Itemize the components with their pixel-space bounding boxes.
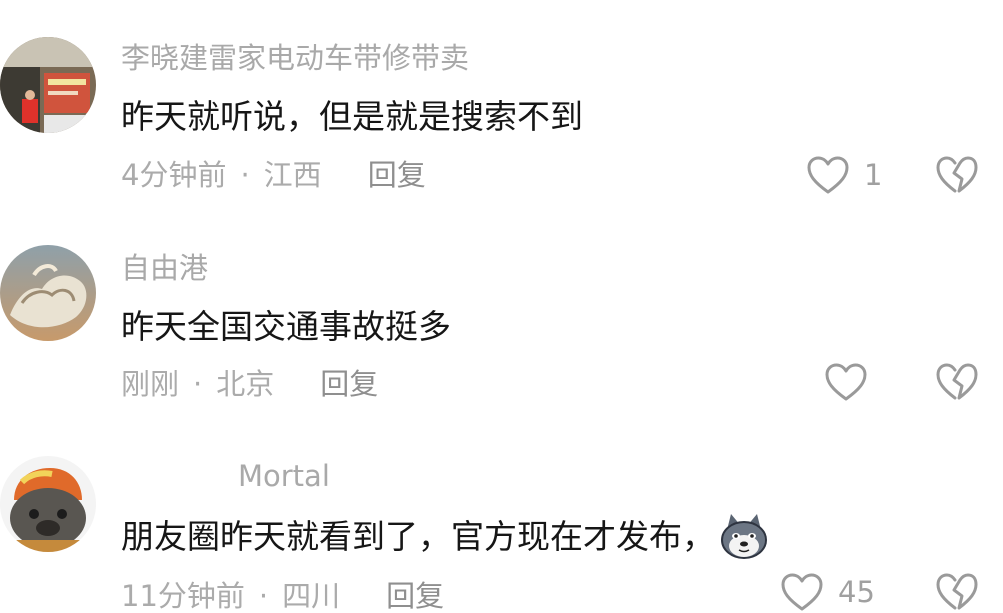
comment-meta: 4分钟前 · 江西 回复 xyxy=(121,161,426,190)
location: 北京 xyxy=(216,367,275,401)
broken-heart-icon xyxy=(936,156,978,193)
comment-text: 昨天就听说，但是就是搜索不到 xyxy=(121,97,583,136)
dislike-button[interactable] xyxy=(935,572,979,612)
username[interactable]: 李晓建雷家电动车带修带卖 xyxy=(121,44,469,73)
heart-icon xyxy=(807,156,849,194)
like-button[interactable]: 45 xyxy=(780,572,875,612)
comment-text-row: 朋友圈昨天就看到了，官方现在才发布， xyxy=(121,512,769,560)
husky-dog-emoji-icon xyxy=(719,512,769,560)
comment-item: 李晓建雷家电动车带修带卖 昨天就听说，但是就是搜索不到 4分钟前 · 江西 回复… xyxy=(0,0,1003,210)
reply-button[interactable]: 回复 xyxy=(368,161,426,190)
timestamp: 11分钟前 xyxy=(121,579,245,613)
heart-icon xyxy=(825,363,867,401)
comment-text: 昨天全国交通事故挺多 xyxy=(121,307,451,346)
separator-dot: · xyxy=(193,367,203,401)
like-count: 45 xyxy=(838,574,875,609)
timestamp: 刚刚 xyxy=(121,367,180,401)
comment-text: 朋友圈昨天就看到了，官方现在才发布， xyxy=(121,516,715,556)
broken-heart-icon xyxy=(936,363,978,400)
shop-photo-avatar-icon xyxy=(0,37,96,133)
comment-item: 自由港 昨天全国交通事故挺多 刚刚 · 北京 回复 xyxy=(0,210,1003,420)
comment-item: Mortal 朋友圈昨天就看到了，官方现在才发布， 11分钟前 · 四川 回复 xyxy=(0,420,1003,611)
username[interactable]: Mortal xyxy=(238,462,330,491)
comment-meta: 刚刚 · 北京 回复 xyxy=(121,370,378,399)
avatar[interactable] xyxy=(0,245,96,341)
username[interactable]: 自由港 xyxy=(121,254,208,283)
avatar[interactable] xyxy=(0,37,96,133)
timestamp: 4分钟前 xyxy=(121,158,227,192)
dislike-button[interactable] xyxy=(935,155,979,195)
heart-icon xyxy=(781,573,823,611)
broken-heart-icon xyxy=(936,573,978,610)
separator-dot: · xyxy=(240,158,250,192)
reply-button[interactable]: 回复 xyxy=(320,370,378,399)
reply-button[interactable]: 回复 xyxy=(386,582,444,611)
location: 江西 xyxy=(263,158,322,192)
comment-meta: 11分钟前 · 四川 回复 xyxy=(121,582,444,611)
like-button[interactable]: 1 xyxy=(806,155,882,195)
avatar[interactable] xyxy=(0,456,96,552)
like-button[interactable] xyxy=(824,362,882,402)
cartoon-animal-avatar-icon xyxy=(0,456,96,552)
dislike-button[interactable] xyxy=(935,362,979,402)
location: 四川 xyxy=(282,579,341,613)
like-count: 1 xyxy=(864,157,883,192)
separator-dot: · xyxy=(258,579,269,613)
sky-cloud-avatar-icon xyxy=(0,245,96,341)
